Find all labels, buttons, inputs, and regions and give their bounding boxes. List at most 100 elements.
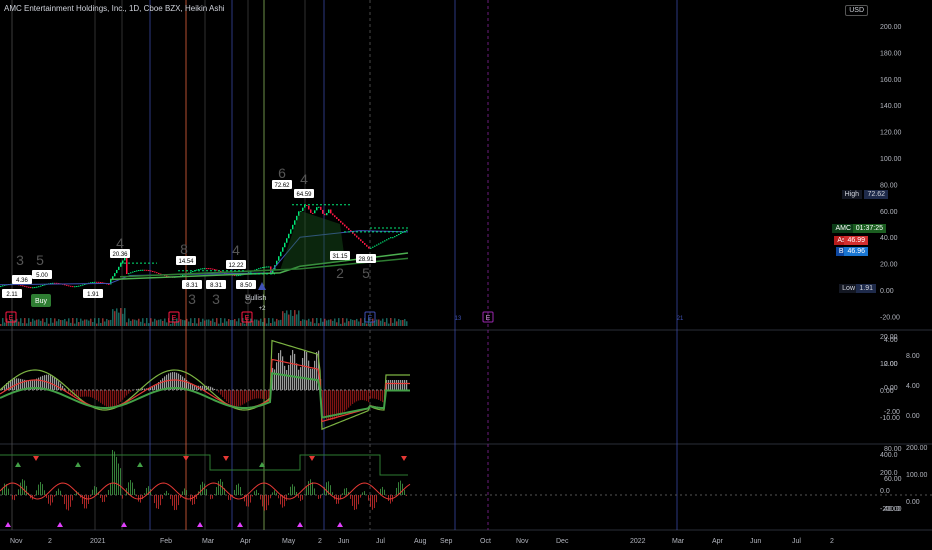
- osc2-histogram-bar: [44, 490, 45, 495]
- osc1-histogram-bar: [396, 380, 398, 390]
- volume-bar: [160, 319, 162, 326]
- osc2-histogram-bar: [132, 482, 133, 495]
- osc2-far-label: 100.00: [906, 472, 928, 479]
- osc2-histogram-bar: [360, 495, 361, 498]
- time-axis-label: Dec: [556, 538, 569, 545]
- osc1-histogram-bar: [314, 360, 316, 390]
- volume-bar: [392, 322, 394, 326]
- ha-candle: [98, 281, 100, 283]
- volume-bar: [158, 319, 160, 326]
- volume-bar: [376, 319, 378, 326]
- chart-canvas[interactable]: 200.00180.00160.00140.00120.00100.0080.0…: [0, 0, 932, 550]
- volume-bar: [192, 323, 194, 326]
- ha-candle: [68, 285, 70, 287]
- ha-candle: [328, 209, 330, 213]
- osc1-histogram-bar: [58, 381, 60, 390]
- volume-bar: [390, 318, 392, 326]
- osc2-histogram-bar: [36, 490, 37, 495]
- osc1-histogram-bar: [80, 390, 82, 397]
- time-axis-label: Jul: [792, 538, 801, 545]
- volume-bar: [32, 318, 34, 326]
- volume-bar: [346, 318, 348, 326]
- osc1-histogram-bar: [56, 379, 58, 390]
- osc1-histogram-bar: [246, 390, 248, 403]
- osc2-histogram-bar: [168, 493, 169, 495]
- osc2-histogram-bar: [272, 492, 273, 495]
- osc2-histogram-bar: [206, 489, 207, 495]
- osc1-histogram-bar: [242, 390, 244, 405]
- osc2-down-triangle-icon: [33, 456, 39, 461]
- ha-candle: [284, 242, 286, 248]
- ha-candle: [42, 284, 44, 286]
- osc1-histogram-bar: [214, 388, 216, 390]
- osc1-histogram-bar: [364, 390, 366, 401]
- osc2-histogram-bar: [26, 485, 27, 495]
- volume-bar: [248, 322, 250, 326]
- ha-candle: [372, 246, 374, 248]
- volume-bar: [196, 323, 198, 326]
- osc2-histogram-bar: [314, 488, 315, 495]
- volume-bar: [402, 319, 404, 326]
- ha-candle: [132, 271, 134, 273]
- osc1-histogram-bar: [316, 352, 318, 390]
- volume-bar: [366, 323, 368, 326]
- osc2-histogram-bar: [244, 495, 245, 502]
- osc1-histogram-bar: [98, 390, 100, 402]
- ha-candle: [398, 234, 400, 236]
- osc2-histogram-bar: [12, 495, 13, 500]
- price-axis-label: 40.00: [880, 235, 898, 242]
- osc2-histogram-bar: [306, 487, 307, 495]
- ha-candle: [148, 270, 150, 272]
- ha-candle: [264, 266, 266, 268]
- osc2-histogram-bar: [146, 487, 147, 495]
- ha-candle: [204, 268, 206, 270]
- volume-bar: [24, 318, 26, 326]
- symbol-tag: AMC: [832, 224, 854, 233]
- ha-candle: [262, 267, 264, 269]
- ha-candle: [94, 281, 96, 283]
- volume-bar: [350, 319, 352, 326]
- osc2-histogram-bar: [310, 479, 311, 495]
- osc1-histogram-bar: [92, 390, 94, 398]
- volume-bar: [262, 321, 264, 326]
- osc2-histogram-bar: [160, 495, 161, 506]
- low-tag-label: Low: [839, 284, 858, 293]
- volume-bar: [282, 311, 284, 326]
- currency-button[interactable]: USD: [845, 5, 868, 16]
- pivot-label: 8.31: [186, 283, 198, 289]
- volume-bar: [34, 320, 36, 326]
- osc2-histogram-bar: [174, 495, 175, 511]
- volume-bar: [126, 322, 128, 326]
- ha-candle: [76, 286, 78, 288]
- volume-bar: [236, 321, 238, 326]
- osc2-histogram-bar: [364, 491, 365, 495]
- osc2-axis-label: 400.0: [880, 452, 898, 459]
- volume-bar: [74, 323, 76, 326]
- osc1-histogram-bar: [104, 390, 106, 406]
- volume-bar: [270, 323, 272, 326]
- ha-candle: [80, 285, 82, 287]
- osc1-far-label: 8.00: [906, 353, 920, 360]
- osc1-histogram-bar: [346, 390, 348, 410]
- wave-count: 5: [362, 265, 370, 281]
- volume-bar: [318, 323, 320, 326]
- pivot-label: 72.62: [274, 183, 290, 189]
- volume-bar: [138, 318, 140, 326]
- osc2-histogram-bar: [388, 495, 389, 502]
- osc2-histogram-bar: [114, 451, 115, 495]
- volume-bar: [122, 313, 124, 326]
- osc1-histogram-bar: [118, 390, 120, 404]
- price-axis-label: 140.00: [880, 103, 902, 110]
- volume-bar: [206, 319, 208, 326]
- time-axis-label: Feb: [160, 538, 172, 545]
- osc2-histogram-bar: [384, 489, 385, 495]
- price-axis-label: -20.00: [880, 314, 900, 321]
- time-axis-label: 2: [830, 538, 834, 545]
- osc2-histogram-bar: [4, 483, 5, 495]
- osc1-histogram-bar: [236, 390, 238, 407]
- ha-candle: [206, 268, 208, 270]
- osc1-histogram-bar: [226, 390, 228, 402]
- volume-bar: [288, 314, 290, 326]
- volume-bar: [308, 318, 310, 326]
- volume-bar: [292, 315, 294, 326]
